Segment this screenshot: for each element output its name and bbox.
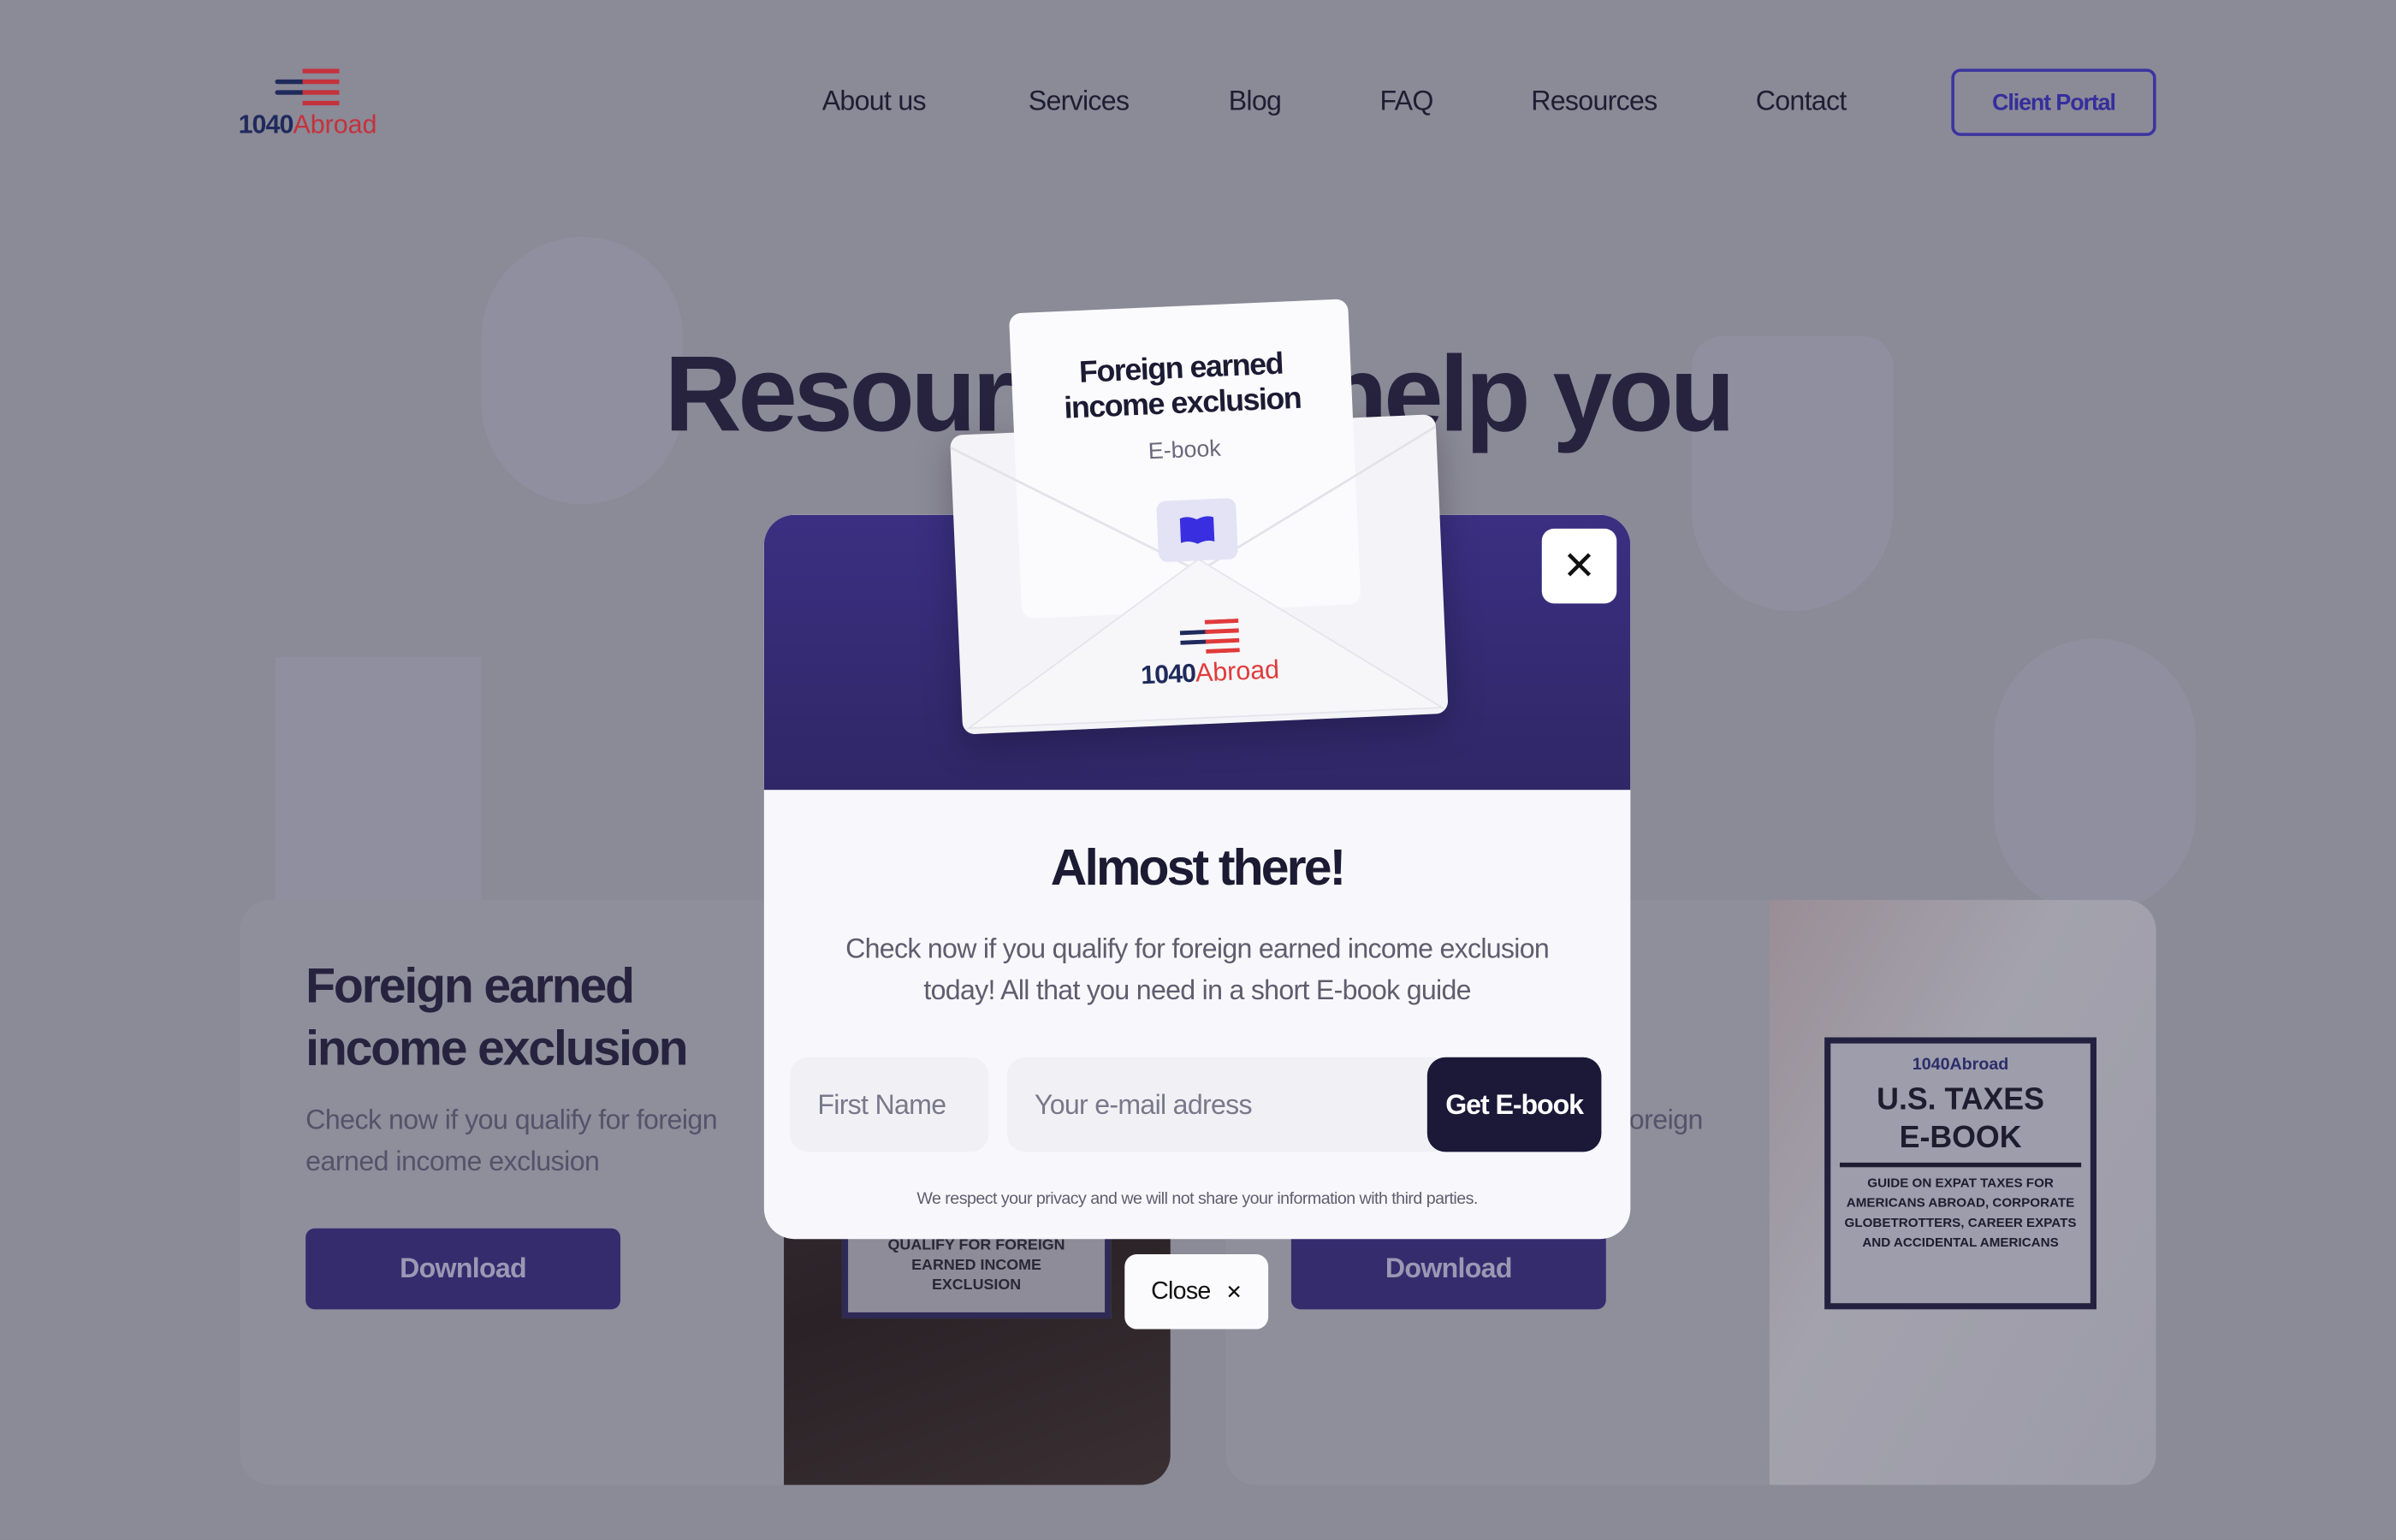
decor-shape <box>1994 638 2197 914</box>
cover-subtitle: GUIDE ON EXPAT TAXES FOR AMERICANS ABROA… <box>1844 1175 2077 1250</box>
envelope-illustration: Foreign earned income exclusion E-book 1… <box>945 295 1449 735</box>
close-button[interactable]: Close ✕ <box>1124 1254 1269 1330</box>
close-label: Close <box>1151 1277 1211 1305</box>
logo-number: 1040 <box>1140 658 1196 690</box>
cover-title: E-BOOK <box>1839 1122 2082 1168</box>
nav-faq[interactable]: FAQ <box>1379 86 1433 117</box>
logo-name: Abroad <box>293 110 377 139</box>
client-portal-button[interactable]: Client Portal <box>1951 68 2156 136</box>
ebook-cover-image: 1040Abroad U.S. TAXES E-BOOK GUIDE ON EX… <box>1769 899 2156 1485</box>
modal-desc: Check now if you qualify for foreign ear… <box>845 933 1550 1005</box>
nav-resources[interactable]: Resources <box>1531 86 1658 117</box>
card-title: Foreign earned income exclusion <box>305 957 688 1076</box>
logo[interactable]: 1040Abroad <box>239 68 379 139</box>
flag-logo-icon <box>275 68 340 106</box>
page: 1040Abroad About us Services Blog FAQ Re… <box>0 0 2396 1540</box>
first-name-input[interactable]: First Name <box>790 1057 989 1152</box>
nav-contact[interactable]: Contact <box>1756 86 1847 117</box>
cover-box: 1040Abroad U.S. TAXES E-BOOK GUIDE ON EX… <box>1824 1037 2096 1310</box>
logo-name: Abroad <box>1195 654 1280 688</box>
cover-brand: 1040Abroad <box>1912 1055 2009 1075</box>
nav-services[interactable]: Services <box>1029 86 1130 117</box>
download-button[interactable]: Download <box>305 1228 620 1310</box>
logo-number: 1040 <box>238 110 294 139</box>
modal-title: Almost there! <box>1050 838 1347 896</box>
card-desc: Check now if you qualify for foreign ear… <box>305 1105 718 1176</box>
nav-blog[interactable]: Blog <box>1229 86 1282 117</box>
get-ebook-button[interactable]: Get E-book <box>1426 1057 1602 1152</box>
cover-title: U.S. TAXES <box>1877 1083 2044 1117</box>
privacy-note: We respect your privacy and we will not … <box>916 1190 1478 1209</box>
email-input[interactable]: Your e-mail adress <box>1006 1057 1450 1152</box>
close-x-icon: ✕ <box>1225 1279 1242 1303</box>
logo-text: 1040Abroad <box>239 110 377 141</box>
envelope-logo: 1040Abroad <box>1140 655 1279 692</box>
book-icon <box>1156 497 1239 563</box>
decor-shape <box>275 656 482 917</box>
download-button[interactable]: Download <box>1290 1228 1606 1310</box>
close-icon[interactable]: ✕ <box>1541 528 1617 604</box>
nav-about-us[interactable]: About us <box>822 86 927 117</box>
flag-logo-icon <box>1179 618 1240 654</box>
envelope-title: Foreign earned income exclusion <box>1063 347 1302 426</box>
